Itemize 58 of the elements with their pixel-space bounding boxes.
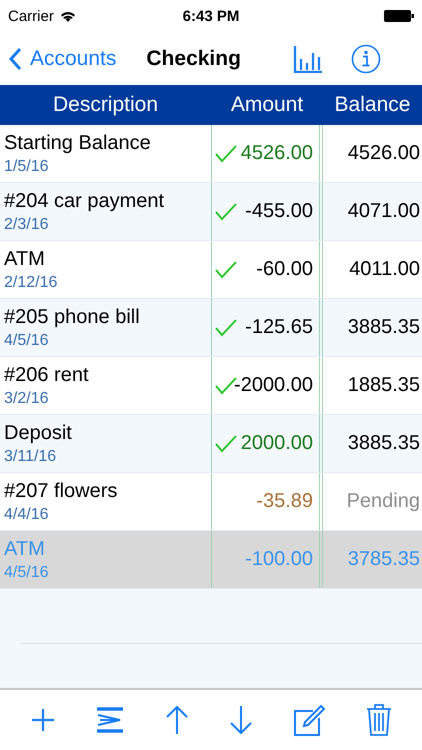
arrow-up-icon[interactable] (164, 705, 189, 735)
trash-icon[interactable] (366, 704, 392, 736)
balance-value: 3885.35 (348, 432, 420, 455)
amount-value: -2000.00 (234, 374, 313, 397)
transaction-row[interactable]: Deposit 3/11/16 2000.00 3885.35 (0, 415, 422, 473)
transaction-row[interactable]: ATM 2/12/16 -60.00 4011.00 (0, 241, 422, 299)
transaction-row[interactable]: #206 rent 3/2/16 -2000.00 1885.35 (0, 357, 422, 415)
edit-icon[interactable] (293, 704, 326, 736)
amount-value: -125.65 (245, 316, 313, 339)
amount-value: -100.00 (245, 548, 313, 571)
transaction-row[interactable]: Starting Balance 1/5/16 4526.00 4526.00 (0, 125, 422, 183)
amount-value: -60.00 (256, 258, 313, 281)
carrier-name: Carrier (8, 8, 54, 24)
transaction-description: ATM (4, 538, 46, 560)
balance-value: 3785.35 (348, 548, 420, 571)
balance-value: 4011.00 (349, 258, 420, 281)
transaction-description: #204 car payment (4, 190, 166, 212)
balance-value: 4526.00 (348, 142, 420, 165)
back-label: Accounts (30, 46, 116, 70)
amount-value: -455.00 (245, 200, 313, 223)
transaction-date: 4/5/16 (4, 332, 50, 350)
bar-chart-icon[interactable] (292, 44, 323, 72)
column-header: Amount (230, 93, 304, 117)
balance-value: 4071.00 (348, 200, 420, 223)
arrow-down-icon[interactable] (229, 705, 254, 735)
add-icon[interactable] (30, 707, 56, 733)
transaction-date: 4/5/16 (4, 564, 50, 582)
transaction-date: 2/3/16 (4, 216, 50, 234)
chevron-left-icon (8, 46, 22, 70)
clock-time: 6:43 PM (182, 8, 240, 24)
balance-value: Pending (346, 490, 420, 513)
back-button[interactable]: Accounts (8, 46, 116, 70)
balance-value: 3885.35 (348, 316, 420, 339)
transaction-row[interactable]: #207 flowers 4/4/16 -35.89 Pending (0, 473, 422, 531)
indent-arrow-icon[interactable] (96, 706, 124, 734)
transaction-row[interactable]: #205 phone bill 4/5/16 -125.65 3885.35 (0, 299, 422, 357)
amount-value: 4526.00 (240, 142, 313, 165)
amount-value: 2000.00 (240, 432, 313, 455)
column-header: Balance (334, 93, 412, 117)
transaction-date: 4/4/16 (4, 506, 50, 524)
transaction-date: 1/5/16 (4, 158, 50, 176)
column-header: Description (52, 93, 160, 117)
info-icon[interactable] (350, 44, 381, 74)
amount-value: -35.89 (256, 490, 313, 513)
balance-value: 1885.35 (348, 374, 420, 397)
screen-title: Checking (146, 46, 241, 70)
transaction-description: #207 flowers (4, 480, 118, 502)
wifi-icon (60, 10, 76, 22)
transaction-description: Starting Balance (4, 132, 152, 154)
transaction-date: 2/12/16 (4, 274, 58, 292)
transaction-description: #205 phone bill (4, 306, 141, 328)
battery-icon (384, 10, 414, 22)
transaction-row[interactable]: #204 car payment 2/3/16 -455.00 4071.00 (0, 183, 422, 241)
transaction-description: Deposit (4, 422, 73, 444)
transaction-date: 3/11/16 (4, 448, 58, 466)
transaction-description: #206 rent (4, 364, 90, 386)
transaction-description: ATM (4, 248, 46, 270)
transaction-date: 3/2/16 (4, 390, 50, 408)
